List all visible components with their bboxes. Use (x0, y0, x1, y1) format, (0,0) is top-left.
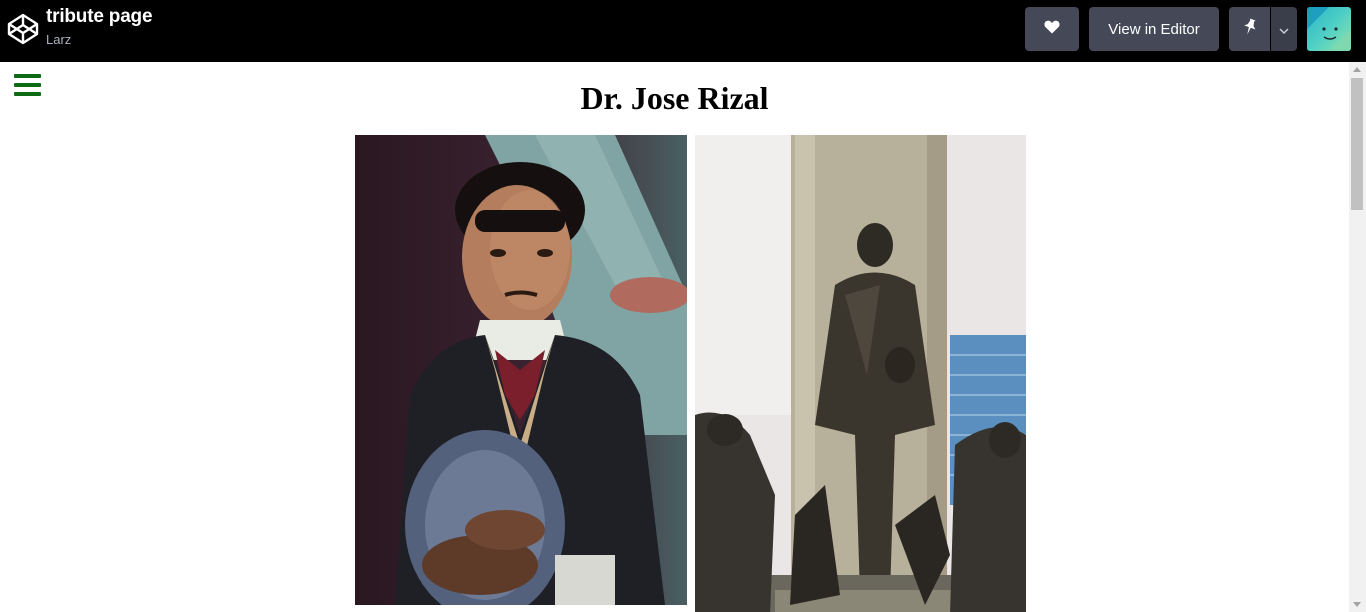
pen-author[interactable]: Larz (46, 32, 71, 47)
heart-button[interactable] (1025, 7, 1079, 51)
preview-frame: Dr. Jose Rizal (0, 62, 1349, 612)
view-in-editor-button[interactable]: View in Editor (1089, 7, 1219, 51)
page-title: Dr. Jose Rizal (580, 80, 769, 116)
scroll-up-arrow-icon[interactable] (1353, 67, 1361, 72)
pin-button[interactable] (1229, 7, 1270, 51)
user-avatar[interactable] (1307, 7, 1351, 51)
portrait-photo (355, 135, 687, 605)
scrollbar-thumb[interactable] (1351, 78, 1363, 210)
scroll-down-arrow-icon[interactable] (1353, 602, 1361, 607)
chevron-down-icon (1279, 21, 1289, 38)
pen-title[interactable]: tribute page (46, 6, 153, 28)
pin-icon (1242, 18, 1258, 40)
page-scrollbar[interactable] (1349, 62, 1366, 612)
pin-menu-dropdown[interactable] (1271, 7, 1297, 51)
codepen-logo-icon[interactable] (7, 13, 39, 45)
monument-photo (695, 135, 1026, 612)
top-bar: tribute page Larz View in Editor (0, 0, 1366, 62)
heart-icon (1044, 20, 1060, 38)
